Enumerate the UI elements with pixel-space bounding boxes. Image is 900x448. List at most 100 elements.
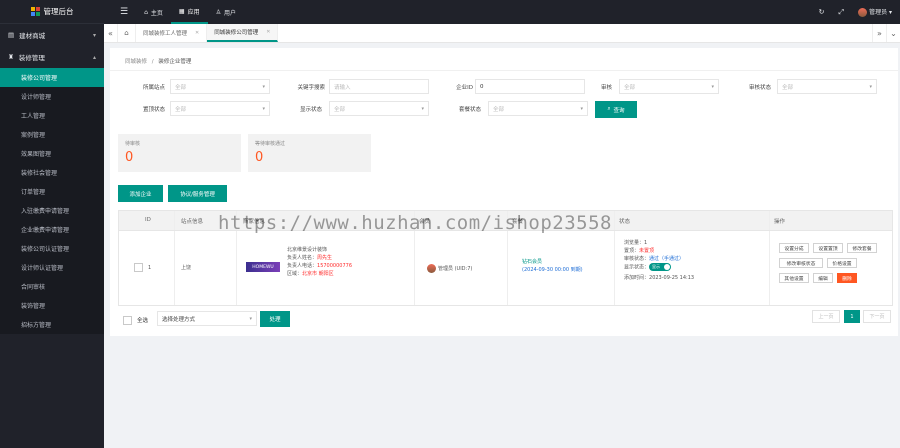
- sidebar-group-label: 装修管理: [18, 54, 45, 62]
- row-checkbox[interactable]: [134, 263, 143, 272]
- top-header: ☰ ⌂ 主页 ▦ 应用 ♙ 用户 ↻ ⤢ 管理员 ▾: [104, 0, 900, 24]
- users-icon: ♜: [8, 53, 14, 61]
- views-value: 1: [644, 240, 648, 246]
- top-nav-apps[interactable]: ▦ 应用: [170, 0, 208, 24]
- top-status-label: 置顶状态: [142, 107, 165, 113]
- col-id: ID: [145, 217, 151, 223]
- sidebar-group-label: 建材商城: [19, 32, 46, 40]
- sidebar: 管理后台 ▤ 建材商城 ▾ ♜ 装修管理 ▴ 装修公司管理 设计师管理 工人管理…: [0, 0, 104, 448]
- breadcrumb-current: 装修企业管理: [158, 59, 192, 65]
- main-card: 同城装修 / 装修企业管理 所属站点 全部 ▾ 关键字搜索 请输入 企业ID 0 …: [110, 48, 898, 336]
- contact-name: 周先生: [317, 255, 333, 261]
- batch-select[interactable]: 选择处理方式 ▾: [157, 311, 257, 326]
- breadcrumb-parent[interactable]: 同城装修: [125, 59, 147, 65]
- set-top-button[interactable]: 设置置顶: [813, 243, 843, 253]
- sidebar-item-company[interactable]: 装修公司管理: [0, 68, 104, 87]
- other-settings-button[interactable]: 其他设置: [779, 273, 809, 283]
- sidebar-item-company-fee[interactable]: 企业缴费申请管理: [0, 220, 104, 239]
- admin-menu[interactable]: 管理员 ▾: [858, 7, 892, 17]
- breadcrumb: 同城装修 / 装修企业管理: [125, 57, 191, 65]
- sidebar-item-decor[interactable]: 装饰管理: [0, 296, 104, 315]
- divider: [110, 70, 898, 71]
- audit-status-select[interactable]: 全部 ▾: [777, 79, 877, 94]
- show-toggle[interactable]: 显示: [649, 263, 672, 271]
- sidebar-item-worker[interactable]: 工人管理: [0, 106, 104, 125]
- prev-page-button[interactable]: 上一页: [812, 310, 840, 323]
- edit-package-button[interactable]: 修改套餐: [847, 243, 877, 253]
- area-value: 北京市 朝阳区: [302, 271, 334, 277]
- sidebar-item-cases[interactable]: 案例管理: [0, 125, 104, 144]
- chevron-down-icon: ▾: [580, 106, 583, 112]
- audit-label: 审核: [600, 85, 612, 91]
- stat-title: 待审核: [125, 141, 141, 147]
- merchant-info: 北京维景设计装饰 负责人姓名：周先生 负责人电话：15700000776 区域：…: [287, 246, 352, 278]
- sidebar-item-renderings[interactable]: 效果图管理: [0, 144, 104, 163]
- sidebar-item-community[interactable]: 装修社会管理: [0, 163, 104, 182]
- keyword-input[interactable]: 请输入: [329, 79, 429, 94]
- app-logo[interactable]: 管理后台: [0, 0, 104, 24]
- breadcrumb-separator: /: [151, 59, 154, 65]
- top-nav-home[interactable]: ⌂ 主页: [136, 0, 171, 24]
- sidebar-item-contract[interactable]: 合同审核: [0, 277, 104, 296]
- table-row: 1 上饶 HOMEWU 北京维景设计装饰 负责人姓名：周先生 负责人电话：157…: [119, 231, 892, 305]
- sidebar-item-entry-fee[interactable]: 入驻缴费申请管理: [0, 201, 104, 220]
- package-info: 钻石会员 (2024-09-30 00:00 到期): [522, 258, 583, 274]
- top-nav-users[interactable]: ♙ 用户: [208, 0, 244, 24]
- edit-button[interactable]: 编辑: [813, 273, 833, 283]
- price-settings-button[interactable]: 价格设置: [827, 258, 857, 268]
- avatar: [858, 8, 868, 17]
- close-icon[interactable]: ✕: [266, 29, 270, 35]
- tabs-menu-chevron-icon[interactable]: ⌄: [886, 24, 900, 42]
- station-select[interactable]: 全部 ▾: [170, 79, 270, 94]
- col-merchant: 商家信息: [243, 219, 266, 225]
- query-button[interactable]: ⌕ 查询: [595, 101, 637, 118]
- company-id-input[interactable]: 0: [475, 79, 585, 94]
- top-label: 置顶：: [624, 248, 640, 254]
- sidebar-group-decoration[interactable]: ♜ 装修管理 ▴: [0, 46, 104, 68]
- tabs-scroll-right-icon[interactable]: »: [872, 24, 886, 42]
- set-commission-button[interactable]: 设置分成: [779, 243, 809, 253]
- agreement-button[interactable]: 协议/服务管理: [168, 185, 227, 202]
- show-status-select[interactable]: 全部 ▾: [329, 101, 429, 116]
- user-icon: ♙: [215, 8, 221, 16]
- area-label: 区域：: [287, 271, 303, 277]
- sidebar-group-mall[interactable]: ▤ 建材商城 ▾: [0, 24, 104, 46]
- chevron-down-icon: ▾: [262, 84, 265, 90]
- add-company-button[interactable]: 添加企业: [118, 185, 163, 202]
- stat-title: 等待审核通过: [255, 141, 286, 147]
- sidebar-item-designer-auth[interactable]: 设计师认证管理: [0, 258, 104, 277]
- sidebar-item-company-auth[interactable]: 装修公司认证管理: [0, 239, 104, 258]
- select-all-checkbox[interactable]: [123, 316, 132, 325]
- menu-toggle[interactable]: ☰: [112, 0, 136, 24]
- tab-workers[interactable]: 同城装修工人管理 ✕: [136, 24, 208, 42]
- top-right-tools: ↻ ⤢ 管理员 ▾: [819, 0, 892, 24]
- fullscreen-icon[interactable]: ⤢: [838, 8, 844, 17]
- batch-process-button[interactable]: 处理: [260, 311, 290, 327]
- next-page-button[interactable]: 下一页: [863, 310, 891, 323]
- created-value: 2023-09-25 14:13: [649, 275, 695, 281]
- pkg-status-select[interactable]: 全部 ▾: [488, 101, 588, 116]
- delete-button[interactable]: 删除: [837, 273, 857, 283]
- audit-select[interactable]: 全部 ▾: [619, 79, 719, 94]
- created-label: 添加时间：: [624, 275, 650, 281]
- chevron-up-icon: ▴: [92, 53, 96, 61]
- audit-status-label: 审核状态: [748, 85, 771, 91]
- close-icon[interactable]: ✕: [195, 30, 199, 36]
- col-member: 会员: [419, 219, 431, 225]
- station-label: 所属站点: [142, 85, 165, 91]
- tabs-scroll-left-icon[interactable]: «: [104, 24, 118, 42]
- sidebar-item-bidder[interactable]: 招标方管理: [0, 315, 104, 334]
- top-status-select[interactable]: 全部 ▾: [170, 101, 270, 116]
- edit-audit-button[interactable]: 修改审核状态: [779, 258, 823, 268]
- sidebar-item-orders[interactable]: 订单管理: [0, 182, 104, 201]
- refresh-icon[interactable]: ↻: [819, 8, 825, 16]
- sidebar-item-designer[interactable]: 设计师管理: [0, 87, 104, 106]
- document-icon: ▤: [8, 31, 15, 39]
- show-status-label: 显示状态: [299, 107, 322, 113]
- row-station: 上饶: [181, 265, 192, 271]
- search-icon: ⌕: [607, 106, 611, 112]
- tab-home-icon[interactable]: ⌂: [118, 24, 136, 42]
- tab-companies[interactable]: 同城装修公司管理 ✕: [207, 24, 279, 42]
- tab-strip: « ⌂ 同城装修工人管理 ✕ 同城装修公司管理 ✕ » ⌄: [104, 24, 900, 43]
- page-1-button[interactable]: 1: [844, 310, 860, 323]
